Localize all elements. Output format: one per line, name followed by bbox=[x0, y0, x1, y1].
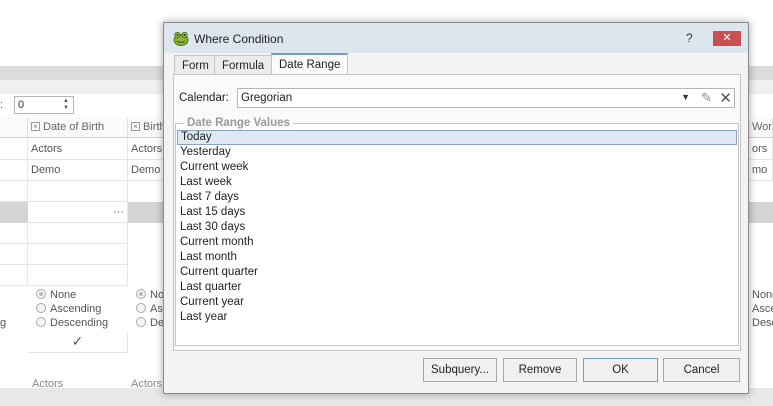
close-icon: ✕ bbox=[722, 32, 732, 44]
date-range-item[interactable]: Last quarter bbox=[177, 280, 737, 295]
date-range-item[interactable]: Last year bbox=[177, 310, 737, 325]
radio-icon bbox=[136, 317, 146, 327]
ellipsis-icon: ··· bbox=[113, 206, 124, 218]
radio-label: Descending bbox=[50, 317, 109, 329]
tab-form[interactable]: Form bbox=[174, 55, 217, 76]
remove-button[interactable]: Remove bbox=[503, 358, 577, 382]
close-button[interactable]: ✕ bbox=[713, 31, 741, 46]
grid-cell[interactable] bbox=[0, 139, 28, 160]
radio-label: No bbox=[150, 289, 163, 301]
radio-icon bbox=[36, 289, 46, 299]
spin-value: 0 bbox=[18, 99, 25, 111]
frog-app-icon bbox=[173, 31, 189, 46]
grid-cell[interactable]: Actors bbox=[28, 139, 128, 160]
date-range-item[interactable]: Today bbox=[177, 130, 737, 145]
column-header-date-of-birth[interactable]: × Date of Birth bbox=[28, 118, 128, 138]
dropdown-arrow-icon[interactable]: ▼ bbox=[681, 92, 690, 102]
date-range-item[interactable]: Last week bbox=[177, 175, 737, 190]
radio-icon bbox=[136, 289, 146, 299]
date-range-item[interactable]: Yesterday bbox=[177, 145, 737, 160]
spin-label: : bbox=[0, 99, 4, 111]
ellipsis-button[interactable]: ··· bbox=[28, 202, 128, 223]
sort-radio-descending-mid[interactable]: De bbox=[136, 317, 163, 329]
radio-icon bbox=[36, 317, 46, 327]
sort-label-none-right[interactable]: None bbox=[752, 289, 773, 301]
date-range-values-group: Date Range Values Today Yesterday Current … bbox=[175, 117, 739, 346]
spin-arrows-icon[interactable]: ▲ ▼ bbox=[63, 98, 71, 112]
bottom-cell[interactable]: Actors bbox=[32, 378, 63, 390]
radio-label: As bbox=[150, 303, 163, 315]
column-header-label: Date of Birth bbox=[43, 121, 105, 133]
sort-label-ascending-right[interactable]: Asce bbox=[752, 303, 773, 315]
grid-cell[interactable] bbox=[0, 181, 28, 202]
where-condition-dialog: Where Condition ? ✕ Form Formula Date Ra… bbox=[163, 22, 749, 394]
radio-icon bbox=[136, 303, 146, 313]
sort-radio-descending[interactable]: Descending bbox=[36, 317, 108, 329]
ok-button[interactable]: OK bbox=[583, 358, 658, 382]
clear-icon[interactable]: ✕ bbox=[719, 89, 732, 107]
check-icon: ✓ bbox=[71, 333, 84, 349]
calendar-select[interactable]: Gregorian ▼ ✎ ✕ bbox=[237, 88, 735, 108]
grid-cell[interactable] bbox=[0, 160, 28, 181]
dialog-title: Where Condition bbox=[194, 32, 284, 46]
grid-cell[interactable]: Actors bbox=[128, 139, 164, 160]
subquery-button[interactable]: Subquery... bbox=[423, 358, 497, 382]
column-header-partial bbox=[0, 118, 28, 138]
sort-radio-none[interactable]: None bbox=[36, 289, 76, 301]
date-range-item[interactable]: Current year bbox=[177, 295, 737, 310]
group-title: Date Range Values bbox=[184, 117, 293, 129]
date-range-item[interactable]: Current quarter bbox=[177, 265, 737, 280]
date-range-item[interactable]: Last 7 days bbox=[177, 190, 737, 205]
radio-icon bbox=[36, 303, 46, 313]
date-range-panel: Calendar: Gregorian ▼ ✎ ✕ Date Range Val… bbox=[173, 74, 741, 351]
sort-label-descending-right[interactable]: Desc bbox=[752, 317, 773, 329]
tab-date-range[interactable]: Date Range bbox=[271, 53, 349, 76]
grid-cell[interactable]: ors bbox=[749, 139, 773, 160]
date-range-item[interactable]: Last month bbox=[177, 250, 737, 265]
grid-grey-row bbox=[749, 202, 773, 223]
date-range-item[interactable]: Current week bbox=[177, 160, 737, 175]
dialog-titlebar[interactable]: Where Condition ? ✕ bbox=[164, 23, 748, 53]
remove-column-icon[interactable]: × bbox=[131, 122, 140, 131]
date-range-item[interactable]: Current month bbox=[177, 235, 737, 250]
help-button[interactable]: ? bbox=[686, 31, 693, 45]
radio-label: None bbox=[50, 289, 77, 301]
grid-cell[interactable] bbox=[28, 181, 128, 202]
grid-cell[interactable]: Demo bbox=[128, 160, 164, 181]
remove-column-icon[interactable]: × bbox=[31, 122, 40, 131]
date-range-item[interactable]: Last 30 days bbox=[177, 220, 737, 235]
tab-formula[interactable]: Formula bbox=[214, 55, 273, 76]
sort-radio-ascending-mid[interactable]: As bbox=[136, 303, 163, 315]
column-header-birth[interactable]: ×Birth C bbox=[128, 118, 164, 138]
date-range-item[interactable]: Last 15 days bbox=[177, 205, 737, 220]
grid-cell[interactable] bbox=[28, 223, 128, 244]
spin-input[interactable]: 0 ▲ ▼ bbox=[14, 96, 74, 114]
column-header-label: Birth C bbox=[143, 121, 164, 133]
output-checkbox[interactable]: ✓ bbox=[28, 332, 128, 353]
grid-cell[interactable] bbox=[28, 265, 128, 286]
sort-radio-ascending[interactable]: Ascending bbox=[36, 303, 101, 315]
grid-grey-row bbox=[0, 202, 28, 223]
cancel-button[interactable]: Cancel bbox=[663, 358, 740, 382]
calendar-label: Calendar: bbox=[179, 92, 229, 104]
radio-label: De bbox=[150, 317, 163, 329]
grid-cell[interactable] bbox=[0, 244, 28, 265]
grid-grey-row bbox=[128, 202, 164, 223]
grid-cell[interactable] bbox=[0, 265, 28, 286]
grid-cell[interactable]: Demo bbox=[28, 160, 128, 181]
column-header-label: Wort bbox=[752, 121, 773, 133]
date-range-values-list: Today Yesterday Current week Last week Last … bbox=[177, 130, 737, 325]
calendar-value: Gregorian bbox=[241, 92, 293, 104]
column-header-right[interactable]: Wort bbox=[749, 118, 773, 138]
sort-text-fragment: g bbox=[0, 317, 7, 329]
grid-cell[interactable]: mo bbox=[749, 160, 773, 181]
grid-cell[interactable] bbox=[28, 244, 128, 265]
bottom-cell[interactable]: Actors bbox=[131, 378, 163, 390]
radio-label: Ascending bbox=[50, 303, 102, 315]
sort-radio-none-mid[interactable]: No bbox=[136, 289, 163, 301]
edit-pencil-icon[interactable]: ✎ bbox=[701, 90, 712, 106]
grid-cell[interactable] bbox=[0, 223, 28, 244]
